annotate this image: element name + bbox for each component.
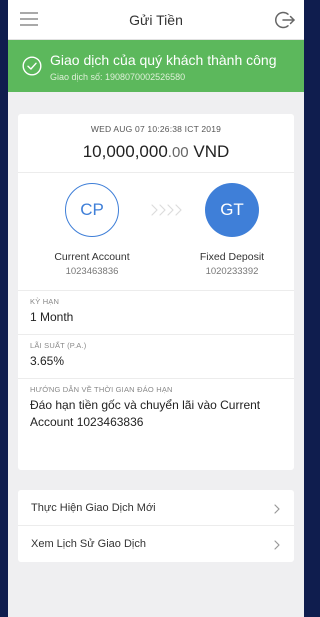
destination-account-number: 1020233392 <box>205 266 259 277</box>
logout-icon[interactable] <box>274 9 296 31</box>
transfer-arrows-icon <box>151 204 182 216</box>
rate-value: 3.65% <box>30 354 65 368</box>
destination-account-name: Fixed Deposit <box>199 251 265 263</box>
chevron-right-icon <box>274 504 280 514</box>
source-account-name: Current Account <box>54 251 130 263</box>
term-value: 1 Month <box>30 310 74 324</box>
top-bar: Gửi Tiền <box>8 0 304 40</box>
maturity-label: HƯỚNG DẪN VỀ THỜI GIAN ĐÁO HẠN <box>30 385 173 394</box>
new-transaction-button[interactable]: Thực Hiện Giao Dịch Mới <box>18 490 294 526</box>
transaction-summary-card: WED AUG 07 10:26:38 ICT 2019 10,000,000.… <box>18 114 294 470</box>
transaction-history-button[interactable]: Xem Lịch Sử Giao Dịch <box>18 526 294 562</box>
destination-account-avatar: GT <box>205 183 259 237</box>
app-screen: Gửi Tiền Giao dịch của quý khách thành c… <box>8 0 304 617</box>
page-title: Gửi Tiền <box>129 12 183 28</box>
maturity-value: Đáo hạn tiền gốc và chuyển lãi vào Curre… <box>30 398 261 429</box>
transaction-timestamp: WED AUG 07 10:26:38 ICT 2019 <box>90 124 222 134</box>
banner-title: Giao dịch của quý khách thành công <box>50 52 277 68</box>
transaction-amount: 10,000,000.00 VND <box>18 142 294 162</box>
amount-currency: VND <box>193 142 230 161</box>
amount-decimal: .00 <box>167 144 189 161</box>
success-banner: Giao dịch của quý khách thành công Giao … <box>8 40 304 92</box>
divider <box>18 172 294 173</box>
chevron-right-icon <box>274 540 280 550</box>
amount-whole: 10,000,000 <box>82 142 168 161</box>
term-label: KỲ HẠN <box>30 297 60 306</box>
source-account-number: 1023463836 <box>65 266 119 277</box>
check-circle-icon <box>22 56 42 76</box>
rate-field: LÃI SUẤT (P.A.) 3.65% <box>18 334 294 370</box>
rate-label: LÃI SUẤT (P.A.) <box>30 341 87 350</box>
new-transaction-label: Thực Hiện Giao Dịch Mới <box>31 502 156 514</box>
source-account-avatar: CP <box>65 183 119 237</box>
actions-list: Thực Hiện Giao Dịch Mới Xem Lịch Sử Giao… <box>18 490 294 562</box>
term-field: KỲ HẠN 1 Month <box>18 290 294 326</box>
transaction-id: Giao dịch số: 1908070002526580 <box>50 72 186 82</box>
maturity-field: HƯỚNG DẪN VỀ THỜI GIAN ĐÁO HẠN Đáo hạn t… <box>18 378 294 431</box>
transaction-history-label: Xem Lịch Sử Giao Dịch <box>31 538 146 550</box>
